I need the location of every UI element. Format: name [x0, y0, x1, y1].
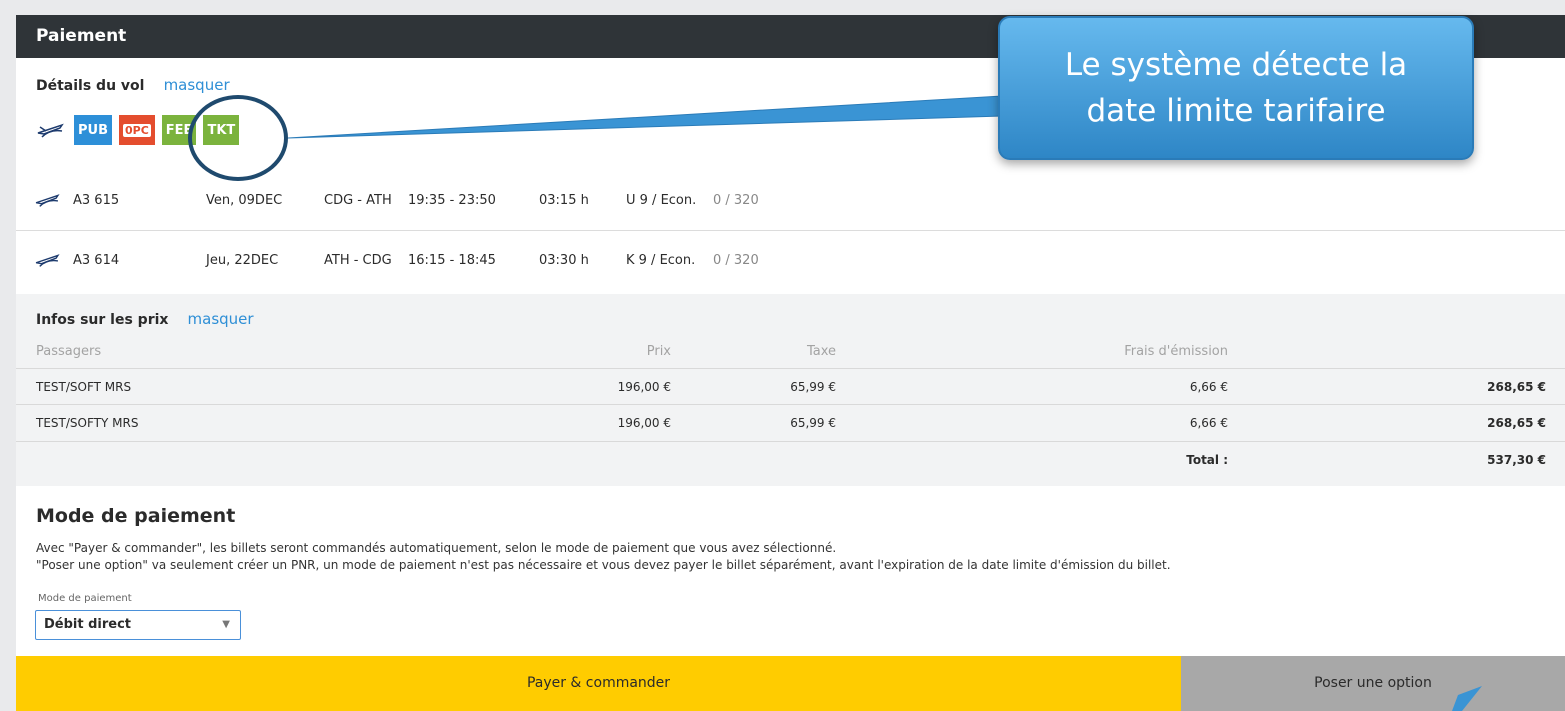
airline-logo-icon	[35, 254, 60, 267]
flight-times: 16:15 - 18:45	[408, 253, 496, 268]
payment-mode-description: Avec "Payer & commander", les billets se…	[36, 540, 1171, 574]
annotation-callout: Le système détecte la date limite tarifa…	[998, 16, 1474, 160]
price-info-section: Infos sur les prix masquer Passagers Pri…	[16, 294, 1565, 486]
flight-number: A3 614	[73, 253, 120, 268]
flight-row[interactable]: A3 614 Jeu, 22DEC ATH - CDG 16:15 - 18:4…	[16, 232, 1565, 290]
col-passengers: Passagers	[36, 344, 102, 359]
total-label: Total :	[1186, 453, 1228, 467]
col-tax: Taxe	[806, 344, 836, 359]
payment-desc-line: "Poser une option" va seulement créer un…	[36, 558, 1171, 572]
payment-mode-title: Mode de paiement	[36, 505, 236, 527]
price-value: 196,00 €	[617, 416, 671, 430]
price-info-hide-link[interactable]: masquer	[188, 310, 254, 328]
callout-line: Le système détecte la	[1064, 47, 1408, 83]
callout-line: date limite tarifaire	[1086, 93, 1386, 129]
flight-class: K 9 / Econ.	[626, 253, 696, 268]
badge-baggage[interactable]: 0PC	[119, 115, 155, 145]
price-value: 196,00 €	[617, 380, 671, 394]
payment-mode-select[interactable]: Débit direct ▼	[35, 610, 241, 640]
flight-seats: 0 / 320	[713, 193, 759, 208]
pay-and-order-button[interactable]: Payer & commander	[16, 656, 1181, 711]
table-row: TEST/SOFT MRS 196,00 € 65,99 € 6,66 € 26…	[16, 368, 1565, 405]
total-value: 537,30 €	[1487, 453, 1546, 467]
flight-route: CDG - ATH	[324, 193, 392, 208]
flight-duration: 03:15 h	[539, 193, 589, 208]
flight-details-hide-link[interactable]: masquer	[164, 76, 230, 94]
total-row: Total : 537,30 €	[16, 441, 1565, 478]
flight-date: Jeu, 22DEC	[206, 253, 279, 268]
payment-mode-label: Mode de paiement	[38, 593, 132, 604]
flight-row[interactable]: A3 615 Ven, 09DEC CDG - ATH 19:35 - 23:5…	[16, 172, 1565, 230]
price-info-title: Infos sur les prix	[36, 312, 169, 328]
flight-details-heading: Détails du vol masquer	[36, 75, 230, 94]
flight-times: 19:35 - 23:50	[408, 193, 496, 208]
col-fee: Frais d'émission	[1124, 344, 1228, 359]
badge-baggage-label: 0PC	[123, 123, 151, 137]
flight-duration: 03:30 h	[539, 253, 589, 268]
flight-date: Ven, 09DEC	[206, 193, 283, 208]
price-info-heading: Infos sur les prix masquer	[36, 309, 254, 328]
badge-pub[interactable]: PUB	[74, 115, 112, 145]
fee-value: 6,66 €	[1189, 380, 1228, 394]
highlight-circle	[188, 95, 288, 181]
flight-seats: 0 / 320	[713, 253, 759, 268]
col-price: Prix	[646, 344, 671, 359]
passenger-name: TEST/SOFT MRS	[36, 380, 132, 394]
flight-details-title: Détails du vol	[36, 78, 145, 94]
tax-value: 65,99 €	[790, 380, 836, 394]
payment-desc-line: Avec "Payer & commander", les billets se…	[36, 541, 837, 555]
flight-route: ATH - CDG	[324, 253, 392, 268]
flight-number: A3 615	[73, 193, 120, 208]
payment-mode-value: Débit direct	[44, 617, 132, 632]
airline-logo-icon	[37, 123, 64, 138]
passenger-name: TEST/SOFTY MRS	[36, 416, 139, 430]
row-total: 268,65 €	[1487, 416, 1546, 430]
flight-class: U 9 / Econ.	[626, 193, 697, 208]
hold-option-button[interactable]: Poser une option	[1181, 656, 1565, 711]
tax-value: 65,99 €	[790, 416, 836, 430]
airline-logo-icon	[35, 194, 60, 207]
divider	[16, 230, 1565, 231]
row-total: 268,65 €	[1487, 380, 1546, 394]
fee-value: 6,66 €	[1189, 416, 1228, 430]
table-row: TEST/SOFTY MRS 196,00 € 65,99 € 6,66 € 2…	[16, 404, 1565, 441]
chevron-down-icon: ▼	[222, 619, 230, 630]
